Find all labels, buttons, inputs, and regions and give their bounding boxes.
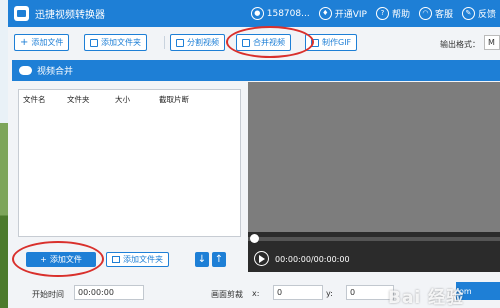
split-video-button[interactable]: 分割视频 xyxy=(170,34,225,51)
help-label: 帮助 xyxy=(391,10,410,20)
move-up-button[interactable]: ↑ xyxy=(212,252,226,267)
list-add-folder-button[interactable]: 添加文件夹 xyxy=(106,252,169,267)
vip-button[interactable]: ♦ 开通VIP xyxy=(318,7,367,20)
help-button[interactable]: ? 帮助 xyxy=(375,7,410,20)
app-title: 迅捷视频转换器 xyxy=(35,10,105,21)
service-label: 客服 xyxy=(434,10,453,20)
arrow-down-icon: ↓ xyxy=(197,254,207,265)
annotation-circle-add-file xyxy=(12,241,104,277)
crop-y-input[interactable]: 0 xyxy=(346,285,394,300)
plus-icon: + xyxy=(20,36,29,48)
user-account[interactable]: ● 158708... xyxy=(250,7,310,20)
crop-x-input[interactable]: 0 xyxy=(273,285,323,300)
playback-time: 00:00:00/00:00:00 xyxy=(275,255,350,264)
output-format-label: 输出格式： xyxy=(440,40,480,49)
vip-label: 开通VIP xyxy=(334,10,367,20)
cloud-icon xyxy=(19,66,32,75)
panel-title: 视频合并 xyxy=(37,67,74,77)
seek-handle[interactable] xyxy=(250,234,259,243)
file-list-header: 文件名 文件夹 大小 截取片断 xyxy=(19,90,240,106)
panel-header: 视频合并 xyxy=(12,60,500,81)
toolbar-divider xyxy=(164,36,165,49)
crop-label: 画面剪裁 xyxy=(211,290,243,299)
watermark: Bai 经验 xyxy=(388,288,465,308)
add-file-button[interactable]: + 添加文件 xyxy=(14,34,70,51)
column-size[interactable]: 大小 xyxy=(115,94,130,105)
folder-icon xyxy=(112,256,120,263)
app-window: 迅捷视频转换器 ● 158708... ♦ 开通VIP ? 帮助 ◠ 客服 ✎ … xyxy=(8,0,500,308)
add-folder-button[interactable]: 添加文件夹 xyxy=(84,34,147,51)
column-folder[interactable]: 文件夹 xyxy=(67,94,90,105)
vip-icon: ♦ xyxy=(318,7,332,20)
split-video-label: 分割视频 xyxy=(187,38,219,47)
column-filename[interactable]: 文件名 xyxy=(23,94,46,105)
list-add-folder-label: 添加文件夹 xyxy=(123,255,163,264)
output-format-select[interactable]: M xyxy=(484,35,500,50)
folder-icon xyxy=(90,38,98,47)
start-time-input[interactable]: 00:00:00 xyxy=(74,285,144,300)
feedback-button[interactable]: ✎ 反馈 xyxy=(461,7,496,20)
make-gif-label: 制作GIF xyxy=(322,38,352,47)
help-icon: ? xyxy=(375,7,389,20)
seek-bar[interactable] xyxy=(248,234,500,243)
crop-icon xyxy=(176,38,184,47)
app-logo-icon xyxy=(14,6,29,21)
arrow-up-icon: ↑ xyxy=(214,254,224,265)
feedback-label: 反馈 xyxy=(477,10,496,20)
video-preview xyxy=(248,82,500,232)
title-bar: 迅捷视频转换器 ● 158708... ♦ 开通VIP ? 帮助 ◠ 客服 ✎ … xyxy=(8,0,500,27)
move-down-button[interactable]: ↓ xyxy=(195,252,209,267)
file-list[interactable]: 文件名 文件夹 大小 截取片断 xyxy=(18,89,241,237)
headset-icon: ◠ xyxy=(418,7,432,20)
add-folder-label: 添加文件夹 xyxy=(101,38,141,47)
player-controls: 00:00:00/00:00:00 xyxy=(248,232,500,272)
play-icon[interactable] xyxy=(254,251,269,266)
annotation-circle-merge xyxy=(226,26,314,58)
title-actions: ● 158708... ♦ 开通VIP ? 帮助 ◠ 客服 ✎ 反馈 xyxy=(250,0,496,27)
user-id: 158708... xyxy=(266,8,310,19)
user-icon: ● xyxy=(250,7,264,20)
crop-y-label: y: xyxy=(326,289,333,298)
service-button[interactable]: ◠ 客服 xyxy=(418,7,453,20)
feedback-icon: ✎ xyxy=(461,7,475,20)
column-clip[interactable]: 截取片断 xyxy=(159,94,189,105)
add-file-label: 添加文件 xyxy=(31,38,64,47)
start-time-label: 开始时间 xyxy=(32,290,64,299)
crop-x-label: x: xyxy=(252,289,260,298)
